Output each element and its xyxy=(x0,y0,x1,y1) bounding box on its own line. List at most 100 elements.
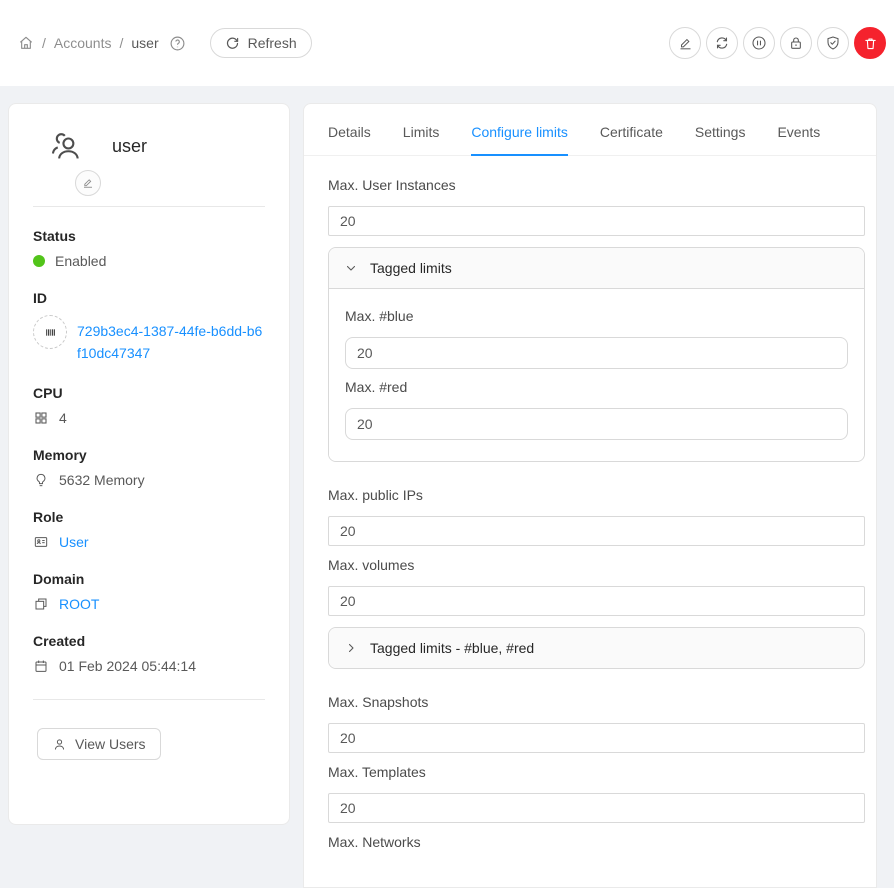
id-value-row: 729b3ec4-1387-44fe-b6dd-b6f10dc47347 xyxy=(33,315,265,364)
edit-avatar-button[interactable] xyxy=(75,170,101,196)
certificate-button[interactable] xyxy=(817,27,849,59)
max-volumes-label: Max. volumes xyxy=(328,557,865,573)
lock-icon xyxy=(788,35,804,51)
resource-sidebar-card: user Status Enabled ID 729b3ec4-1387-44f… xyxy=(8,103,290,825)
tab-certificate[interactable]: Certificate xyxy=(600,124,663,156)
max-public-ips-label: Max. public IPs xyxy=(328,487,865,503)
max-templates-input[interactable] xyxy=(328,793,865,823)
max-public-ips-input[interactable] xyxy=(328,516,865,546)
max-volumes-input[interactable] xyxy=(328,586,865,616)
idcard-icon xyxy=(33,534,49,550)
tab-settings[interactable]: Settings xyxy=(695,124,746,156)
cpu-value-row: 4 xyxy=(33,410,265,426)
domain-section: Domain ROOT xyxy=(33,571,265,612)
created-value-row: 01 Feb 2024 05:44:14 xyxy=(33,658,265,674)
lock-button[interactable] xyxy=(780,27,812,59)
configure-limits-form: Max. User Instances Tagged limits Max. #… xyxy=(304,156,876,887)
reload-icon xyxy=(225,36,240,51)
user-icon xyxy=(52,737,67,752)
role-section: Role User xyxy=(33,509,265,550)
top-bar: / Accounts / user Refresh xyxy=(0,0,894,86)
breadcrumb-current: user xyxy=(131,35,158,51)
max-red-label: Max. #red xyxy=(345,379,848,395)
domain-link[interactable]: ROOT xyxy=(59,596,99,612)
edit-button[interactable] xyxy=(669,27,701,59)
status-value-row: Enabled xyxy=(33,253,265,269)
refresh-button[interactable]: Refresh xyxy=(210,28,312,58)
detail-card: Details Limits Configure limits Certific… xyxy=(303,103,877,888)
account-id-link[interactable]: 729b3ec4-1387-44fe-b6dd-b6f10dc47347 xyxy=(77,320,265,364)
action-toolbar xyxy=(669,27,886,59)
tab-limits[interactable]: Limits xyxy=(403,124,440,156)
tab-configure-limits[interactable]: Configure limits xyxy=(471,124,567,156)
max-red-input[interactable] xyxy=(345,408,848,440)
status-section: Status Enabled xyxy=(33,228,265,269)
disable-account-button[interactable] xyxy=(743,27,775,59)
view-users-button[interactable]: View Users xyxy=(37,728,161,760)
resource-name: user xyxy=(112,136,147,157)
resource-header: user xyxy=(33,128,265,164)
view-users-label: View Users xyxy=(75,736,146,752)
block-icon xyxy=(33,596,49,612)
calendar-icon xyxy=(33,658,49,674)
edit-icon xyxy=(678,36,693,51)
memory-value-row: 5632 Memory xyxy=(33,472,265,488)
max-snapshots-label: Max. Snapshots xyxy=(328,694,865,710)
tagged-limits-collapsed-panel: Tagged limits - #blue, #red xyxy=(328,627,865,669)
created-section: Created 01 Feb 2024 05:44:14 xyxy=(33,633,265,674)
domain-value-row: ROOT xyxy=(33,596,265,612)
id-label: ID xyxy=(33,290,265,306)
breadcrumb-separator: / xyxy=(42,35,46,51)
tab-events[interactable]: Events xyxy=(777,124,820,156)
team-icon xyxy=(48,128,84,164)
delete-icon xyxy=(863,36,878,51)
max-snapshots-input[interactable] xyxy=(328,723,865,753)
question-circle-icon[interactable] xyxy=(169,35,186,52)
cpu-section: CPU 4 xyxy=(33,385,265,426)
delete-account-button[interactable] xyxy=(854,27,886,59)
update-resource-button[interactable] xyxy=(706,27,738,59)
created-value: 01 Feb 2024 05:44:14 xyxy=(59,658,196,674)
bulb-icon xyxy=(33,472,49,488)
barcode-icon xyxy=(33,315,67,349)
sync-icon xyxy=(714,35,730,51)
certificate-icon xyxy=(825,35,841,51)
max-blue-label: Max. #blue xyxy=(345,308,848,324)
memory-label: Memory xyxy=(33,447,265,463)
home-icon[interactable] xyxy=(18,35,34,51)
page-content: user Status Enabled ID 729b3ec4-1387-44f… xyxy=(0,86,894,888)
tagged-limits-panel: Tagged limits Max. #blue Max. #red xyxy=(328,247,865,462)
status-value: Enabled xyxy=(55,253,106,269)
breadcrumb-accounts[interactable]: Accounts xyxy=(54,35,112,51)
role-link[interactable]: User xyxy=(59,534,89,550)
divider xyxy=(33,206,265,207)
id-section: ID 729b3ec4-1387-44fe-b6dd-b6f10dc47347 xyxy=(33,290,265,364)
tagged-limits-panel-header[interactable]: Tagged limits xyxy=(329,248,864,288)
tagged-limits-panel-body: Max. #blue Max. #red xyxy=(329,288,864,461)
cpu-label: CPU xyxy=(33,385,265,401)
created-label: Created xyxy=(33,633,265,649)
refresh-button-label: Refresh xyxy=(248,35,297,51)
chevron-down-icon xyxy=(345,262,357,274)
tagged-limits-collapsed-panel-header[interactable]: Tagged limits - #blue, #red xyxy=(329,628,864,668)
max-user-instances-input[interactable] xyxy=(328,206,865,236)
memory-value: 5632 Memory xyxy=(59,472,145,488)
max-blue-input[interactable] xyxy=(345,337,848,369)
role-label: Role xyxy=(33,509,265,525)
domain-label: Domain xyxy=(33,571,265,587)
tagged-limits-panel-title: Tagged limits xyxy=(370,260,452,276)
chevron-right-icon xyxy=(345,642,357,654)
pencil-icon xyxy=(82,177,94,189)
max-user-instances-label: Max. User Instances xyxy=(328,177,865,193)
max-templates-label: Max. Templates xyxy=(328,764,865,780)
breadcrumb-separator: / xyxy=(119,35,123,51)
role-value-row: User xyxy=(33,534,265,550)
pause-circle-icon xyxy=(751,35,767,51)
tagged-limits-collapsed-panel-title: Tagged limits - #blue, #red xyxy=(370,640,534,656)
memory-section: Memory 5632 Memory xyxy=(33,447,265,488)
status-label: Status xyxy=(33,228,265,244)
tab-bar: Details Limits Configure limits Certific… xyxy=(304,104,876,156)
cpu-value: 4 xyxy=(59,410,67,426)
status-enabled-dot xyxy=(33,255,45,267)
tab-details[interactable]: Details xyxy=(328,124,371,156)
